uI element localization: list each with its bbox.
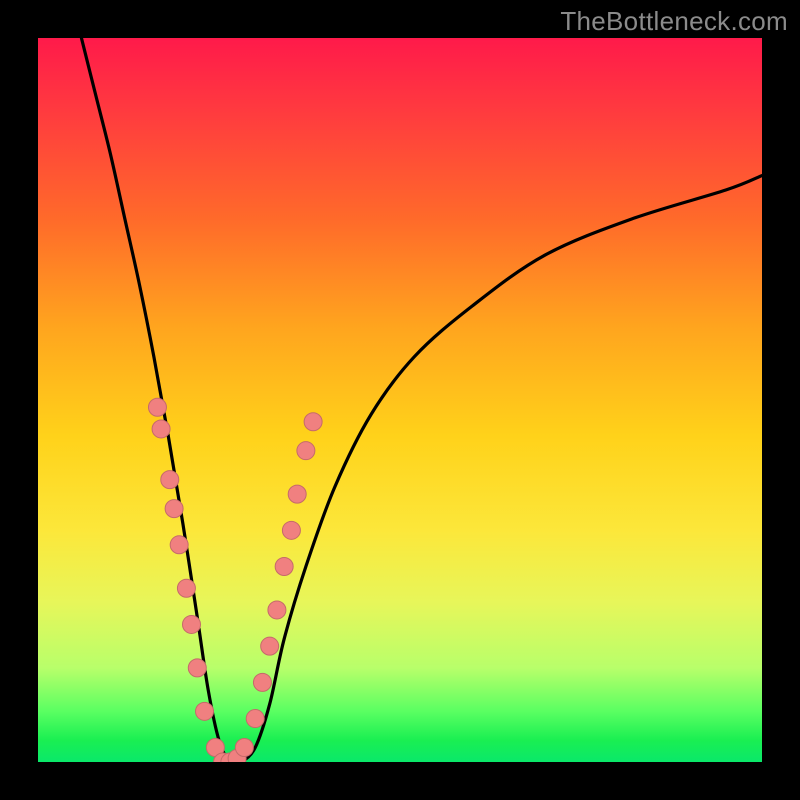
- bottleneck-curve: [81, 38, 762, 762]
- data-marker: [214, 753, 232, 762]
- data-marker: [288, 485, 306, 503]
- data-marker: [182, 615, 200, 633]
- data-marker: [246, 710, 264, 728]
- data-marker: [170, 536, 188, 554]
- chart-plot-area: [38, 38, 762, 762]
- data-marker: [206, 739, 224, 757]
- data-marker: [228, 749, 246, 762]
- data-marker: [161, 471, 179, 489]
- data-marker: [148, 398, 166, 416]
- data-marker: [152, 420, 170, 438]
- data-marker: [165, 500, 183, 518]
- watermark-text: TheBottleneck.com: [560, 6, 788, 37]
- data-marker: [196, 702, 214, 720]
- data-marker: [282, 521, 300, 539]
- data-marker: [235, 739, 253, 757]
- data-marker: [188, 659, 206, 677]
- data-marker: [275, 558, 293, 576]
- chart-frame: TheBottleneck.com: [0, 0, 800, 800]
- data-marker: [297, 442, 315, 460]
- data-marker: [304, 413, 322, 431]
- data-marker: [177, 579, 195, 597]
- data-marker: [261, 637, 279, 655]
- data-marker: [221, 753, 239, 762]
- data-marker: [253, 673, 271, 691]
- data-marker: [268, 601, 286, 619]
- curve-svg: [38, 38, 762, 762]
